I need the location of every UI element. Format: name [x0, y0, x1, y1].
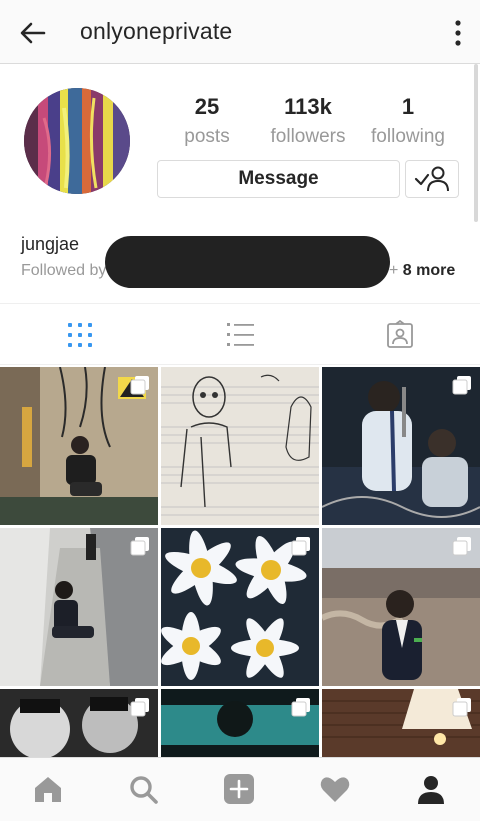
add-post-icon[interactable] [222, 772, 256, 806]
full-name: jungjae [21, 234, 80, 254]
posts-label: posts [184, 126, 230, 147]
multiple-photos-icon [452, 537, 471, 556]
profile-icon[interactable] [414, 772, 448, 806]
posts-count: 25 [194, 94, 220, 119]
grid-photo[interactable] [161, 528, 319, 686]
bottom-navigation [0, 757, 480, 821]
multiple-photos-icon [130, 537, 149, 556]
more-options-icon[interactable] [452, 16, 464, 50]
multiple-photos-icon [291, 698, 310, 717]
person-check-icon [414, 166, 449, 192]
list-view-icon[interactable] [225, 320, 255, 350]
followers-label: followers [270, 126, 346, 147]
following-count: 1 [401, 94, 415, 119]
profile-username: onlyoneprivate [80, 18, 233, 44]
grid-photo[interactable] [322, 689, 480, 757]
redaction-mark [105, 236, 390, 288]
tagged-photos-icon[interactable] [385, 320, 415, 350]
scrollbar[interactable] [474, 64, 478, 222]
view-tabs [0, 303, 480, 365]
back-arrow-icon[interactable] [18, 18, 48, 48]
followed-by-more-link[interactable]: + 8 more [389, 262, 455, 280]
heart-icon[interactable] [318, 772, 352, 806]
multiple-photos-icon [130, 698, 149, 717]
grid-photo[interactable] [161, 689, 319, 757]
more-prefix: + [389, 262, 399, 279]
top-bar: onlyoneprivate [0, 0, 480, 64]
followers-count: 113k [284, 94, 332, 119]
search-icon[interactable] [126, 772, 160, 806]
message-button[interactable]: Message [157, 160, 400, 198]
multiple-photos-icon [291, 537, 310, 556]
following-toggle-button[interactable] [405, 160, 459, 198]
stat-posts[interactable]: 25 posts [152, 94, 262, 148]
stat-followers[interactable]: 113k followers [253, 94, 363, 148]
multiple-photos-icon [452, 698, 471, 717]
more-count: 8 more [402, 262, 456, 279]
multiple-photos-icon [130, 376, 149, 395]
following-label: following [371, 126, 445, 147]
grid-photo[interactable] [0, 528, 158, 686]
grid-photo[interactable] [322, 367, 480, 525]
photo-grid [0, 367, 480, 757]
avatar[interactable] [24, 88, 130, 194]
home-icon[interactable] [31, 772, 65, 806]
multiple-photos-icon [452, 376, 471, 395]
grid-photo[interactable] [322, 528, 480, 686]
grid-photo[interactable] [0, 689, 158, 757]
grid-photo[interactable] [0, 367, 158, 525]
grid-view-icon[interactable] [65, 320, 95, 350]
followed-by-label: Followed by [21, 262, 107, 279]
grid-photo[interactable] [161, 367, 319, 525]
stat-following[interactable]: 1 following [353, 94, 463, 148]
